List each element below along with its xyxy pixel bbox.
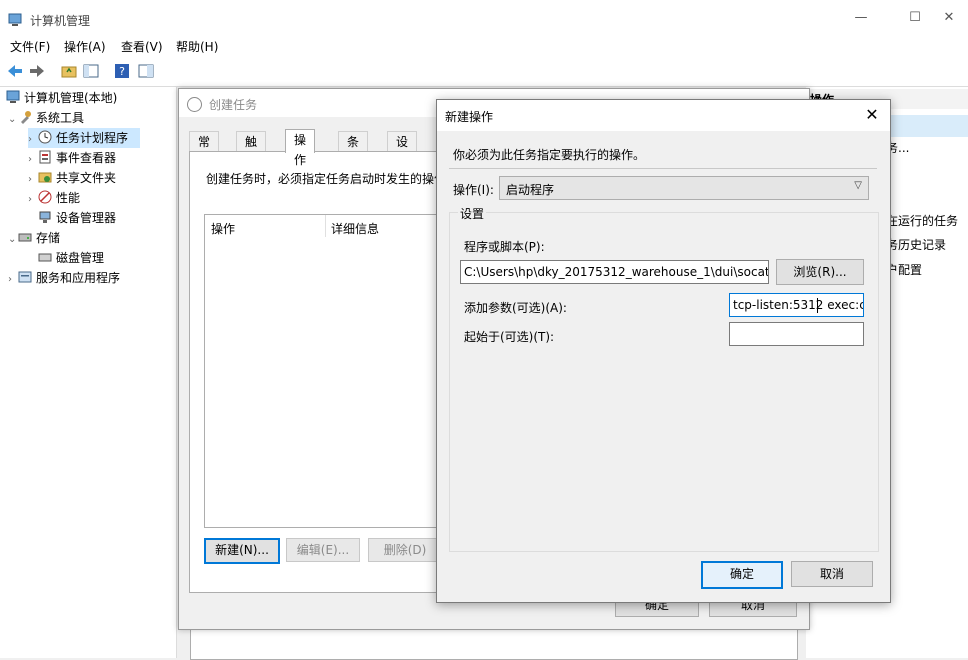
- new-action-title-bar: 新建操作 ✕: [437, 100, 890, 131]
- main-title-bar: 计算机管理 — ☐ ✕: [0, 6, 968, 34]
- action-type-select[interactable]: 启动程序 ▽: [499, 176, 869, 200]
- clock-icon: [187, 97, 202, 112]
- close-button[interactable]: ✕: [934, 10, 964, 30]
- help-icon[interactable]: ?: [113, 62, 131, 80]
- action-type-label: 操作(I):: [453, 183, 494, 197]
- tree-item-event-viewer[interactable]: › 事件查看器: [28, 148, 116, 168]
- tree-item-performance[interactable]: › 性能: [28, 188, 80, 208]
- background-window-fragment: [190, 627, 798, 660]
- start-in-label: 起始于(可选)(T):: [464, 330, 555, 344]
- chevron-down-icon[interactable]: ⌄: [8, 110, 18, 130]
- device-manager-icon: [39, 211, 51, 223]
- start-in-field[interactable]: [729, 322, 864, 346]
- storage-icon: [18, 233, 32, 242]
- computer-management-icon: [8, 13, 22, 26]
- tree-item-label: 服务和应用程序: [36, 271, 121, 285]
- tree-item-label: 磁盘管理: [56, 251, 105, 265]
- show-action-pane-icon[interactable]: [137, 62, 155, 80]
- settings-group-label: 设置: [458, 205, 487, 222]
- program-field-value: C:\Users\hp\dky_20175312_warehouse_1\dui…: [464, 265, 769, 279]
- browse-button[interactable]: 浏览(R)...: [776, 259, 864, 285]
- chevron-down-icon[interactable]: ⌄: [8, 230, 18, 250]
- text-caret: [817, 298, 818, 313]
- back-arrow-icon[interactable]: [6, 62, 24, 80]
- chevron-right-icon[interactable]: ›: [28, 150, 38, 170]
- tree-item-storage[interactable]: ⌄ 存储: [8, 228, 60, 248]
- new-action-hint: 你必须为此任务指定要执行的操作。: [453, 148, 646, 162]
- column-header-action[interactable]: 操作: [211, 220, 235, 237]
- column-divider[interactable]: [325, 215, 326, 237]
- maximize-button[interactable]: ☐: [900, 10, 930, 30]
- menu-file[interactable]: 文件(F): [10, 38, 50, 55]
- divider: [449, 168, 877, 169]
- tree-item-label: 共享文件夹: [56, 171, 117, 185]
- menu-bar: 文件(F) 操作(A) 查看(V) 帮助(H): [0, 34, 968, 58]
- tab-general[interactable]: 常规: [189, 131, 220, 169]
- svg-text:?: ?: [119, 65, 125, 78]
- ok-button[interactable]: 确定: [701, 561, 783, 589]
- action-type-value: 启动程序: [506, 183, 555, 197]
- main-window-title: 计算机管理: [30, 14, 91, 28]
- folder-up-icon[interactable]: [60, 62, 78, 80]
- arguments-label: 添加参数(可选)(A):: [464, 301, 567, 315]
- chevron-down-icon: ▽: [854, 180, 862, 191]
- menu-view[interactable]: 查看(V): [121, 38, 163, 55]
- tools-icon: [21, 111, 31, 124]
- arguments-field-value: tcp-listen:5312 exec:cn: [733, 298, 864, 312]
- tab-conditions[interactable]: 条件: [338, 131, 369, 169]
- shared-folder-icon: [38, 172, 52, 183]
- computer-management-icon: [6, 90, 20, 103]
- tree-item-computer-management[interactable]: 计算机管理(本地): [6, 88, 117, 108]
- tree-item-system-tools[interactable]: ⌄ 系统工具: [8, 108, 84, 128]
- clock-icon: [38, 130, 52, 144]
- performance-icon: [38, 190, 52, 204]
- tree-item-label: 计算机管理(本地): [24, 91, 118, 105]
- minimize-button[interactable]: —: [846, 10, 876, 30]
- navigation-tree: 计算机管理(本地) ⌄ 系统工具 › 任务计划程序 › 事件查看器 › 共享文件夹 › 性…: [0, 87, 177, 658]
- chevron-right-icon[interactable]: ›: [8, 270, 18, 290]
- menu-help[interactable]: 帮助(H): [176, 38, 218, 55]
- chevron-right-icon[interactable]: ›: [28, 190, 38, 210]
- tree-item-label: 任务计划程序: [56, 131, 129, 145]
- tree-item-label: 设备管理器: [56, 211, 117, 225]
- tab-settings[interactable]: 设置: [387, 131, 418, 169]
- tree-item-task-scheduler[interactable]: › 任务计划程序: [28, 128, 140, 148]
- toolbar: ?: [0, 58, 968, 87]
- program-field[interactable]: C:\Users\hp\dky_20175312_warehouse_1\dui…: [460, 260, 769, 284]
- show-hide-tree-icon[interactable]: [82, 62, 100, 80]
- chevron-right-icon[interactable]: ›: [28, 130, 38, 150]
- disk-icon: [38, 253, 52, 262]
- chevron-right-icon[interactable]: ›: [28, 170, 38, 190]
- create-task-title: 创建任务: [209, 98, 258, 112]
- cancel-button[interactable]: 取消: [791, 561, 873, 587]
- forward-arrow-icon[interactable]: [28, 62, 46, 80]
- close-icon[interactable]: ✕: [862, 105, 882, 125]
- edit-action-button[interactable]: 编辑(E)...: [286, 538, 360, 562]
- services-icon: [18, 271, 32, 283]
- tab-actions[interactable]: 操作: [285, 129, 316, 167]
- action-item-config[interactable]: 户配置: [886, 261, 922, 278]
- column-header-details[interactable]: 详细信息: [331, 220, 379, 237]
- tree-item-label: 存储: [36, 231, 61, 245]
- menu-action[interactable]: 操作(A): [64, 38, 106, 55]
- action-item-running-tasks[interactable]: 在运行的任务: [886, 212, 958, 229]
- tree-item-label: 事件查看器: [56, 151, 117, 165]
- event-viewer-icon: [39, 150, 51, 164]
- new-action-title: 新建操作: [445, 110, 494, 124]
- program-label: 程序或脚本(P):: [464, 240, 545, 254]
- tree-item-shared-folders[interactable]: › 共享文件夹: [28, 168, 116, 188]
- tree-item-services-apps[interactable]: › 服务和应用程序: [8, 268, 120, 288]
- arguments-field[interactable]: tcp-listen:5312 exec:cn: [729, 293, 864, 317]
- tree-item-device-manager[interactable]: 设备管理器: [38, 208, 116, 228]
- action-item-history[interactable]: 务历史记录: [886, 236, 946, 253]
- tree-item-label: 系统工具: [36, 111, 85, 125]
- new-action-dialog: 新建操作 ✕ 你必须为此任务指定要执行的操作。 操作(I): 启动程序 ▽ 设置…: [436, 99, 891, 603]
- delete-action-button[interactable]: 删除(D): [368, 538, 442, 562]
- tree-item-label: 性能: [56, 191, 81, 205]
- actions-description: 创建任务时，必须指定任务启动时发生的操作: [206, 172, 447, 186]
- new-action-button[interactable]: 新建(N)...: [204, 538, 280, 564]
- tab-triggers[interactable]: 触发器: [236, 131, 267, 189]
- tree-item-disk-management[interactable]: 磁盘管理: [38, 248, 104, 268]
